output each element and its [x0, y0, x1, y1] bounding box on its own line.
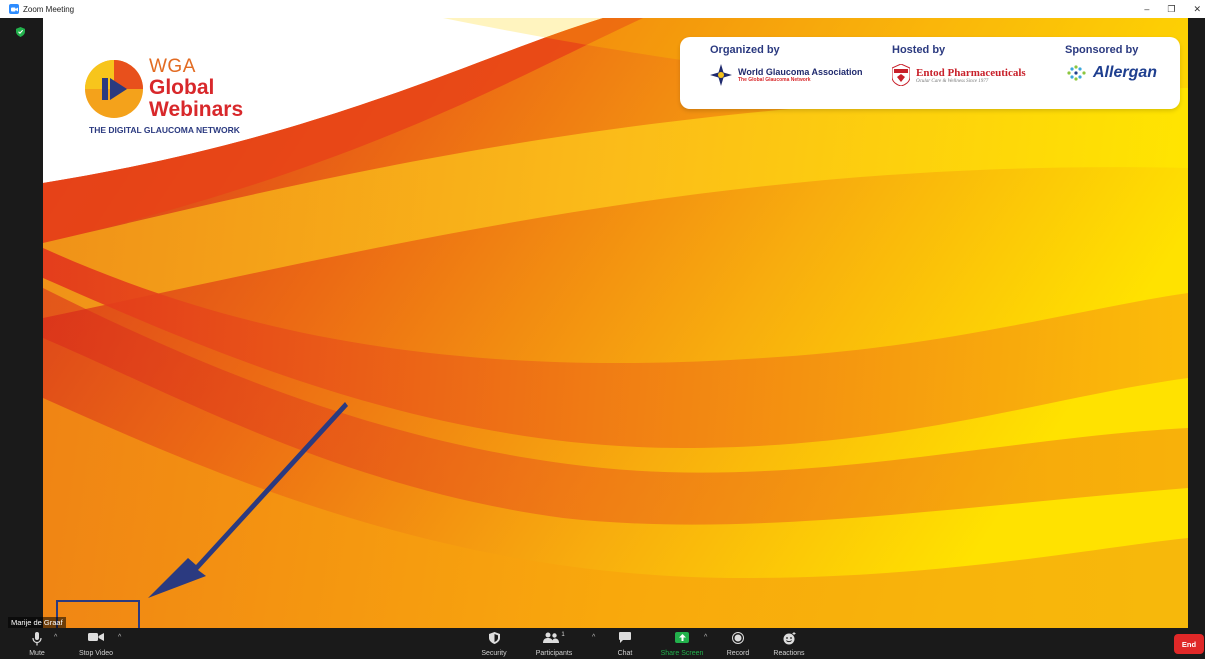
- minimize-button[interactable]: –: [1144, 4, 1149, 14]
- chat-bubble-icon: [619, 632, 631, 643]
- participants-options-caret[interactable]: ^: [592, 634, 595, 641]
- participants-count: 1: [561, 632, 565, 638]
- wga-star-logo-icon: [710, 64, 732, 86]
- microphone-icon: [32, 632, 42, 646]
- meeting-stage: WGA Global Webinars THE DIGITAL GLAUCOMA…: [0, 18, 1205, 628]
- logo-webinars: Webinars: [149, 98, 244, 121]
- participants-button[interactable]: 1 Participants: [526, 628, 582, 659]
- wga-global-webinars-logo: WGA Global Webinars THE DIGITAL GLAUCOMA…: [83, 52, 293, 142]
- window-title: Zoom Meeting: [23, 4, 75, 14]
- chat-label: Chat: [617, 650, 633, 657]
- window-controls: – ❐ ✕: [1144, 0, 1205, 18]
- shared-screen: WGA Global Webinars THE DIGITAL GLAUCOMA…: [43, 18, 1188, 628]
- encryption-shield-icon[interactable]: [16, 27, 25, 37]
- sponsored-by-section: Sponsored by Allergan: [1065, 44, 1157, 82]
- video-options-caret[interactable]: ^: [118, 634, 121, 641]
- meeting-toolbar: Mute ^ Stop Video ^ Security 1 Participa…: [0, 628, 1205, 659]
- participants-label: Participants: [535, 650, 573, 657]
- security-shield-icon: [488, 632, 500, 644]
- restore-button[interactable]: ❐: [1167, 4, 1175, 15]
- reactions-smiley-icon: [783, 632, 795, 645]
- share-screen-label: Share Screen: [660, 650, 704, 657]
- mute-label: Mute: [29, 650, 45, 657]
- participants-icon: [543, 632, 560, 643]
- organizer-subtitle: The Global Glaucoma Network: [738, 77, 811, 83]
- logo-global: Global: [149, 76, 215, 99]
- security-button[interactable]: Security: [478, 628, 510, 659]
- record-label: Record: [726, 650, 750, 657]
- host-name: Entod Pharmaceuticals: [916, 66, 1026, 79]
- share-screen-button[interactable]: Share Screen: [657, 628, 707, 659]
- close-button[interactable]: ✕: [1193, 4, 1201, 15]
- mute-button[interactable]: Mute: [26, 628, 48, 659]
- security-label: Security: [481, 650, 507, 657]
- organized-by-section: Organized by World Glaucoma Association …: [710, 44, 863, 86]
- audio-options-caret[interactable]: ^: [54, 634, 57, 641]
- entod-badge-icon: [892, 64, 910, 86]
- window-title-bar: Zoom Meeting – ❐ ✕: [0, 0, 1205, 18]
- allergan-dots-logo-icon: [1067, 65, 1086, 81]
- record-button[interactable]: Record: [722, 628, 754, 659]
- video-camera-icon: [88, 633, 104, 641]
- logo-wga: WGA: [149, 56, 196, 77]
- reactions-button[interactable]: Reactions: [770, 628, 808, 659]
- reactions-label: Reactions: [773, 650, 805, 657]
- organized-by-heading: Organized by: [710, 44, 780, 56]
- record-icon: [732, 632, 744, 644]
- share-screen-icon: [675, 632, 689, 643]
- stop-video-label: Stop Video: [78, 650, 114, 657]
- hosted-by-heading: Hosted by: [892, 44, 946, 56]
- sponsored-by-heading: Sponsored by: [1065, 44, 1139, 56]
- participant-name-label: Marije de Graaf: [8, 617, 66, 628]
- stop-video-button[interactable]: Stop Video: [74, 628, 118, 659]
- end-meeting-button[interactable]: End: [1174, 634, 1204, 654]
- hosted-by-section: Hosted by Entod Pharmaceuticals Ocular C…: [892, 44, 1026, 86]
- logo-tagline: THE DIGITAL GLAUCOMA NETWORK: [89, 125, 240, 135]
- chat-button[interactable]: Chat: [614, 628, 636, 659]
- webinar-play-logo-icon: [85, 60, 143, 118]
- sponsor-name: Allergan: [1093, 64, 1158, 81]
- organizer-name: World Glaucoma Association: [738, 67, 863, 77]
- zoom-app-icon: [9, 4, 19, 14]
- host-subtitle: Ocular Care & Wellness Since 1977: [916, 78, 989, 84]
- sponsor-panel: Organized by World Glaucoma Association …: [680, 37, 1180, 109]
- share-options-caret[interactable]: ^: [704, 634, 707, 641]
